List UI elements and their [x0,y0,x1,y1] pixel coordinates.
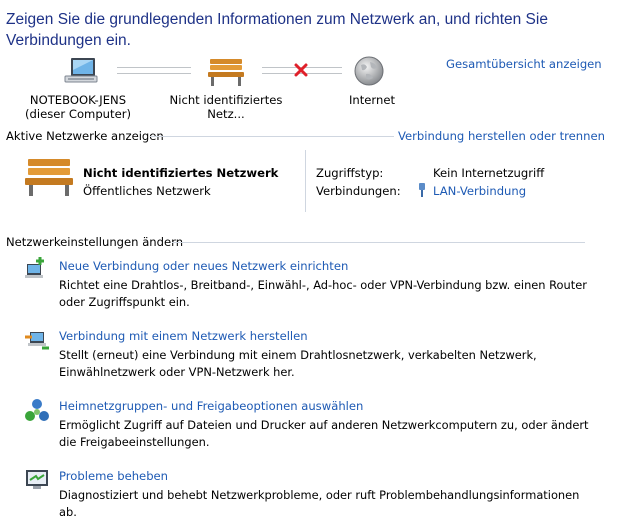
setup-connection-desc: Richtet eine Drahtlos-, Breitband-, Einw… [59,278,587,309]
lan-plug-icon [417,183,427,197]
new-connection-icon [24,256,50,282]
access-type-value: Kein Internetzugriff [433,166,545,180]
divider [172,242,585,243]
no-connection-x-icon [294,63,308,77]
access-type-label: Zugriffstyp: [316,166,384,180]
divider [150,136,394,137]
map-line-1 [117,67,191,74]
overview-link[interactable]: Gesamtübersicht anzeigen [446,57,602,71]
map-internet-label: Internet [348,93,396,107]
homegroup-icon [24,398,50,424]
troubleshoot-link[interactable]: Probleme beheben [59,469,168,483]
active-networks-header: Aktive Netzwerke anzeigen [6,129,164,143]
lan-connection-link[interactable]: LAN-Verbindung [433,184,526,198]
active-network-name: Nicht identifiziertes Netzwerk [83,166,279,180]
setup-connection-link[interactable]: Neue Verbindung oder neues Netzwerk einr… [59,259,348,273]
connect-network-icon [24,327,50,353]
troubleshoot-icon [24,468,50,492]
vertical-divider [305,150,306,212]
internet-globe-icon[interactable] [353,55,385,87]
computer-icon[interactable] [62,56,100,90]
homegroup-desc: Ermöglicht Zugriff auf Dateien und Druck… [59,418,589,449]
map-network-label: Nicht identifiziertes Netz... [169,93,283,121]
homegroup-link[interactable]: Heimnetzgruppen- und Freigabeoptionen au… [59,399,363,413]
active-network-type: Öffentliches Netzwerk [83,184,211,198]
bench-icon-active [24,157,74,197]
network-settings-header: Netzwerkeinstellungen ändern [6,235,184,249]
troubleshoot-desc: Diagnostiziert und behebt Netzwerkproble… [59,488,580,519]
connect-network-desc: Stellt (erneut) eine Verbindung mit eine… [59,348,537,379]
page-title: Zeigen Sie die grundlegenden Information… [6,11,548,49]
bench-icon-map[interactable] [207,57,245,87]
computer-subtitle: (dieser Computer) [24,107,132,121]
connect-network-link[interactable]: Verbindung mit einem Netzwerk herstellen [59,329,308,343]
computer-name: NOTEBOOK-JENS [29,93,127,107]
connections-label: Verbindungen: [316,184,401,198]
connect-disconnect-link[interactable]: Verbindung herstellen oder trennen [398,129,605,143]
